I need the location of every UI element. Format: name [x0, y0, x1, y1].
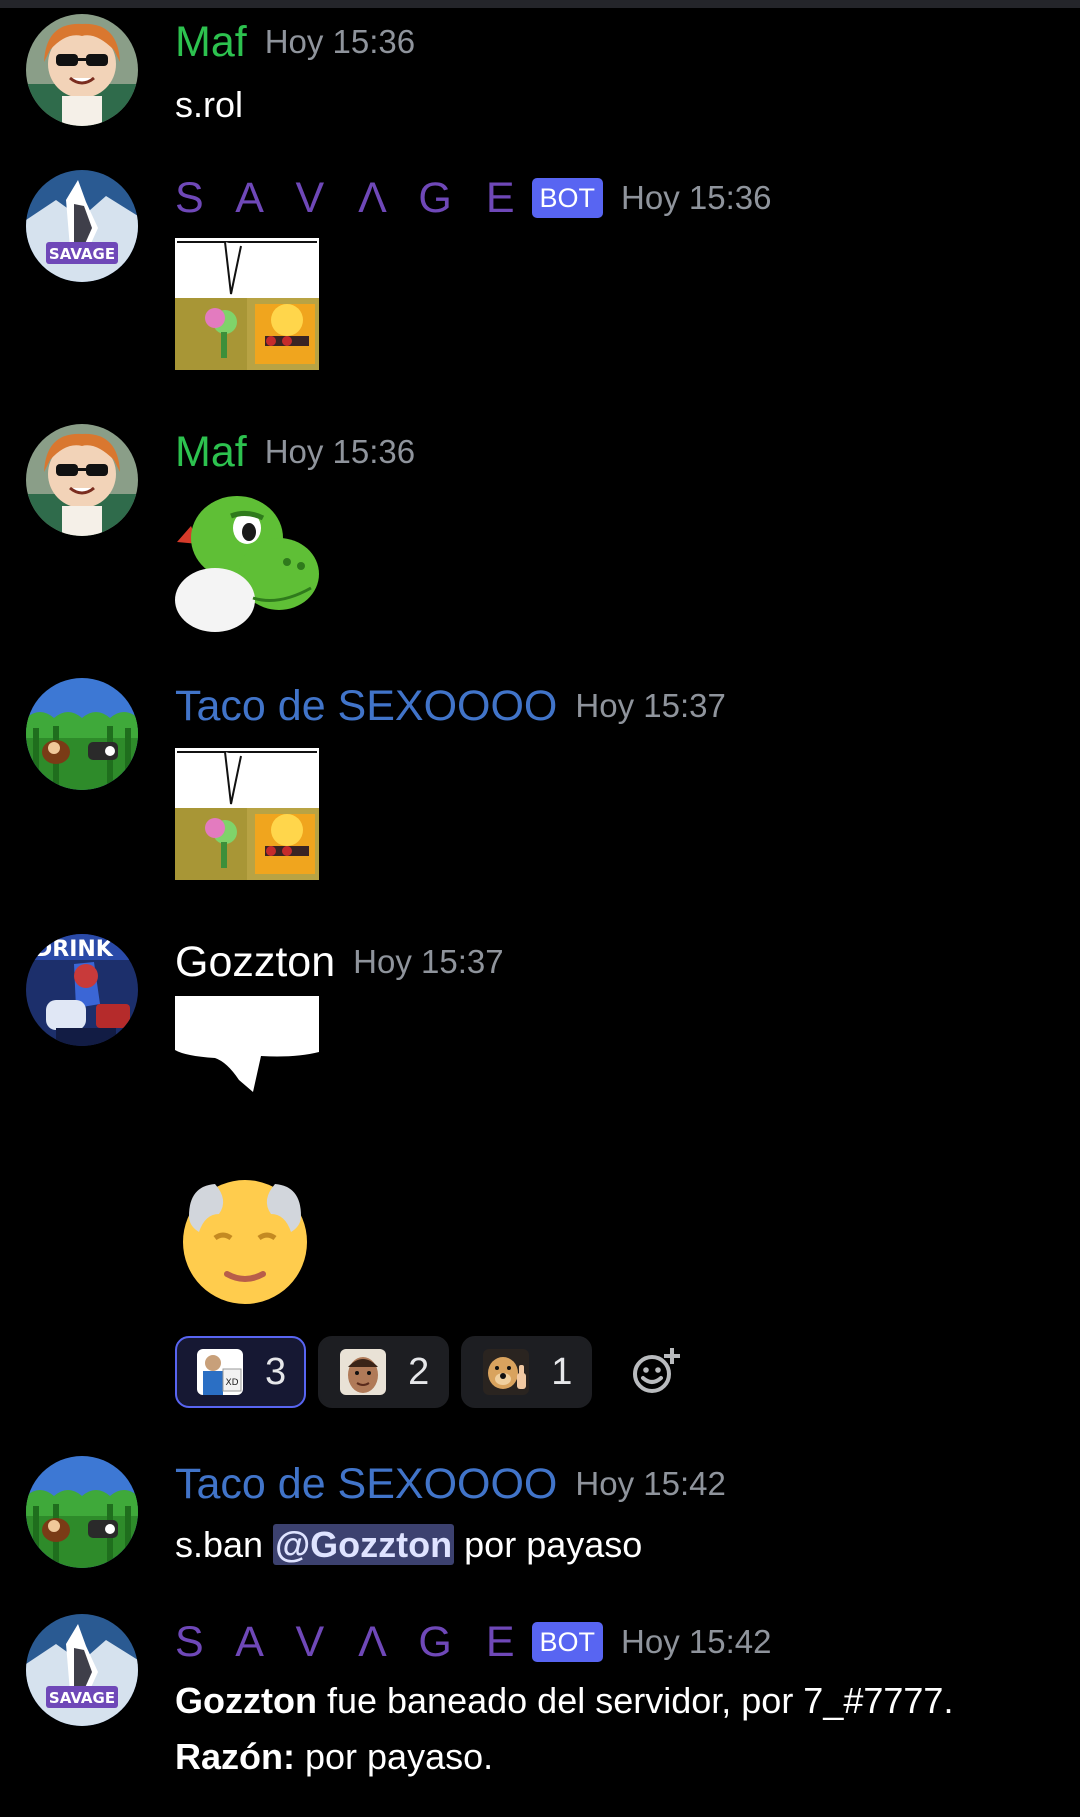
- text-prefix: s.ban: [175, 1524, 274, 1565]
- username[interactable]: Maf: [175, 424, 247, 480]
- ban-text: fue baneado del servidor, por 7_#7777.: [316, 1680, 954, 1721]
- message-maf-yoshi: Maf Hoy 15:36: [0, 424, 1080, 634]
- add-reaction-icon[interactable]: [628, 1344, 684, 1400]
- reaction-face[interactable]: 2: [318, 1336, 450, 1408]
- message-header: S A V Λ G E BOT Hoy 15:36: [175, 170, 771, 226]
- reaction-count: 1: [551, 1350, 573, 1393]
- message-header: Maf Hoy 15:36: [175, 14, 415, 70]
- yoshi-sticker[interactable]: [175, 488, 319, 632]
- donkey-kong-avatar-icon[interactable]: [26, 1456, 138, 1568]
- username[interactable]: Gozzton: [175, 934, 335, 990]
- thumbs-up-dog-emoji: [483, 1349, 530, 1395]
- savage-wolf-avatar-icon[interactable]: SAVAGE: [26, 170, 138, 282]
- text-suffix: por payaso: [454, 1524, 643, 1565]
- message-savage-sticker: SAVAGE S A V Λ G E BOT Hoy 15:36: [0, 170, 1080, 370]
- timestamp: Hoy 15:42: [575, 1465, 726, 1502]
- peashooter-meme-sticker[interactable]: [175, 748, 319, 880]
- timestamp: Hoy 15:36: [264, 433, 416, 470]
- message-header: S A V Λ G E BOT Hoy 15:42: [175, 1614, 771, 1670]
- reaction-dog[interactable]: 1: [461, 1336, 593, 1408]
- message-header: Taco de SEXOOOO Hoy 15:37: [175, 678, 726, 734]
- message-maf-srol: Maf Hoy 15:36 s.rol: [0, 14, 1080, 126]
- speech-bubble-sticker[interactable]: [175, 996, 319, 1096]
- message-header: Taco de SEXOOOO Hoy 15:42: [175, 1456, 726, 1512]
- timestamp: Hoy 15:37: [353, 943, 504, 980]
- bot-tag: BOT: [531, 178, 604, 218]
- bot-tag: BOT: [531, 1622, 604, 1662]
- anime-girl-sunglasses-avatar-icon[interactable]: [26, 14, 138, 126]
- user-mention[interactable]: @Gozzton: [273, 1524, 455, 1565]
- face-emoji: [340, 1349, 387, 1395]
- message-text-line1: Gozzton fue baneado del servidor, por 7_…: [175, 1672, 953, 1730]
- username[interactable]: S A V Λ G E: [175, 1614, 526, 1670]
- message-text: s.ban @Gozzton por payaso: [175, 1516, 642, 1574]
- svg-text:SAVAGE: SAVAGE: [49, 245, 115, 263]
- reason-text: por payaso.: [295, 1736, 494, 1777]
- message-text: s.rol: [175, 84, 244, 125]
- username[interactable]: Taco de SEXOOOO: [175, 678, 557, 734]
- message-header: Maf Hoy 15:36: [175, 424, 415, 480]
- svg-text:DRINK: DRINK: [34, 937, 114, 962]
- message-gozzton: DRINK Gozzton Hoy 15:37 XD 3 2 1: [0, 934, 1080, 1414]
- message-text-line2: Razón: por payaso.: [175, 1728, 493, 1786]
- svg-text:SAVAGE: SAVAGE: [49, 1689, 115, 1707]
- timestamp: Hoy 15:36: [621, 179, 772, 216]
- username[interactable]: Maf: [175, 14, 247, 70]
- timestamp: Hoy 15:37: [575, 687, 726, 724]
- username[interactable]: S A V Λ G E: [175, 170, 526, 226]
- svg-text:XD: XD: [225, 1378, 238, 1388]
- reactions-bar: XD 3 2 1: [175, 1336, 684, 1408]
- message-taco-sticker: Taco de SEXOOOO Hoy 15:37: [0, 678, 1080, 888]
- older-man-emoji: [175, 1170, 315, 1310]
- top-edge-bar: [0, 0, 1080, 8]
- message-header: Gozzton Hoy 15:37: [175, 934, 504, 990]
- message-savage-ban-result: SAVAGE S A V Λ G E BOT Hoy 15:42 Gozzton…: [0, 1614, 1080, 1804]
- peashooter-meme-sticker[interactable]: [175, 238, 319, 370]
- anime-girl-sunglasses-avatar-icon[interactable]: [26, 424, 138, 536]
- savage-wolf-avatar-icon[interactable]: SAVAGE: [26, 1614, 138, 1726]
- blue-hero-drink-avatar-icon[interactable]: DRINK: [26, 934, 138, 1046]
- reaction-xd[interactable]: XD 3: [175, 1336, 307, 1408]
- reason-label: Razón:: [175, 1736, 295, 1777]
- username[interactable]: Taco de SEXOOOO: [175, 1456, 557, 1512]
- reaction-count: 2: [408, 1350, 430, 1393]
- reaction-count: 3: [265, 1350, 287, 1393]
- timestamp: Hoy 15:42: [621, 1623, 772, 1660]
- message-taco-ban-command: Taco de SEXOOOO Hoy 15:42 s.ban @Gozzton…: [0, 1456, 1080, 1576]
- banned-user: Gozzton: [175, 1680, 317, 1721]
- timestamp: Hoy 15:36: [264, 23, 416, 60]
- donkey-kong-avatar-icon[interactable]: [26, 678, 138, 790]
- xd-sign-man-emoji: XD: [197, 1349, 243, 1395]
